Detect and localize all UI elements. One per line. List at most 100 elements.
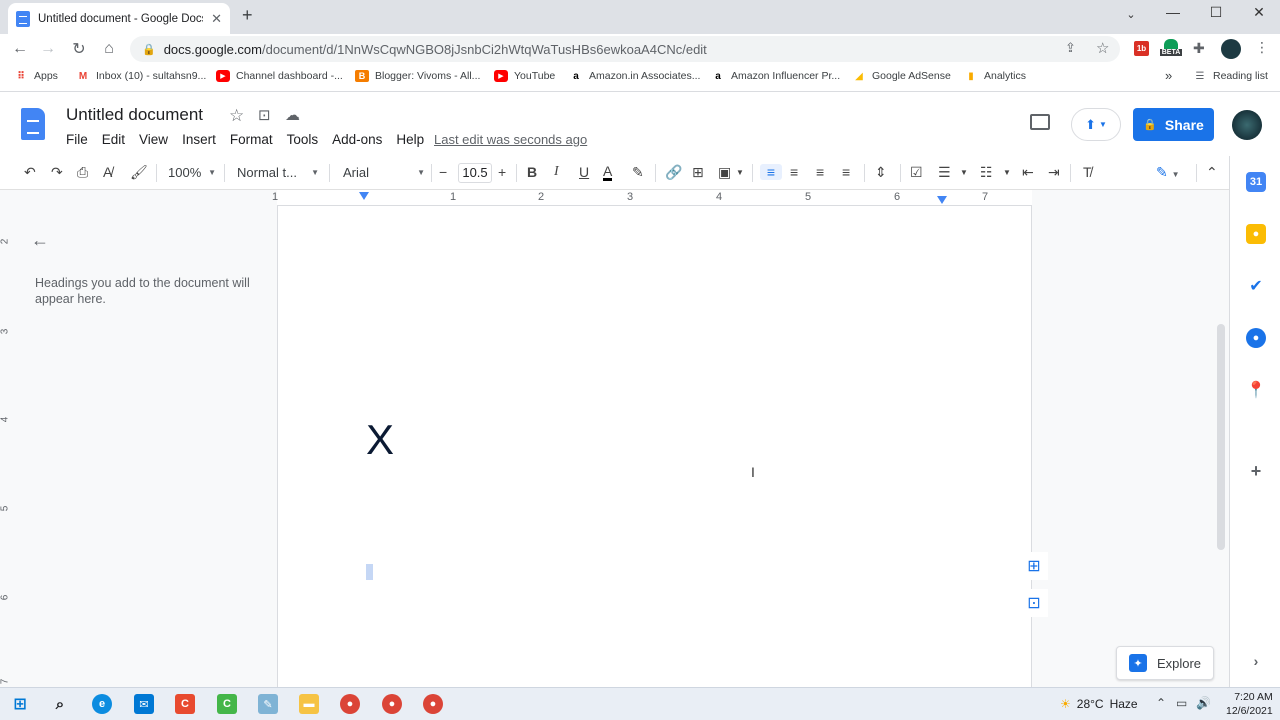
increase-font-size-icon[interactable]: + [498, 164, 506, 180]
line-spacing-icon[interactable]: ⇕ [875, 164, 887, 181]
more-bookmarks-icon[interactable]: » [1165, 68, 1172, 83]
menu-format[interactable]: Format [230, 132, 273, 147]
bookmark-channel-dashboard[interactable]: ▶ Channel dashboard -... [216, 70, 343, 82]
menu-view[interactable]: View [139, 132, 168, 147]
tray-chevron-up-icon[interactable]: ⌃ [1156, 696, 1166, 710]
left-indent-marker-icon[interactable] [359, 192, 369, 200]
bookmark-amazon-influencer[interactable]: a Amazon Influencer Pr... [711, 70, 840, 82]
address-bar[interactable]: 🔒 docs.google.com/document/d/1NnWsCqwNGB… [130, 36, 1120, 62]
insert-image-icon[interactable]: ▣ [718, 164, 731, 181]
align-left-icon[interactable]: ≡ [760, 164, 782, 180]
app-red-icon[interactable]: C [175, 694, 195, 714]
insert-link-icon[interactable]: 🔗 [665, 164, 682, 181]
redo-icon[interactable]: ↷ [51, 164, 63, 181]
move-folder-icon[interactable]: ⊡ [258, 106, 271, 124]
print-icon[interactable]: ⎙ [77, 164, 88, 181]
bookmark-analytics[interactable]: ▮ Analytics [964, 70, 1026, 82]
document-body-text[interactable]: X [366, 416, 394, 464]
expand-panel-chevron-icon[interactable]: › [1246, 651, 1266, 671]
chevron-down-icon[interactable]: ▼ [960, 168, 968, 177]
contacts-icon[interactable]: ● [1246, 328, 1266, 348]
paragraph-style-select[interactable]: Normal t... ▼ [237, 165, 319, 180]
google-docs-logo-icon[interactable] [21, 108, 45, 140]
chrome-menu-icon[interactable]: ⋮ [1255, 39, 1269, 56]
close-window-icon[interactable]: ✕ [1239, 4, 1279, 21]
align-center-icon[interactable]: ≡ [790, 164, 798, 180]
back-icon[interactable]: ← [9, 38, 31, 60]
edge-icon[interactable]: e [92, 694, 112, 714]
suggest-edits-icon[interactable]: ⊡ [1020, 589, 1048, 617]
document-page[interactable]: X I [277, 206, 1032, 687]
checklist-icon[interactable]: ☑ [910, 164, 923, 181]
undo-icon[interactable]: ↶ [24, 164, 36, 181]
zoom-select[interactable]: 100% ▼ [168, 165, 216, 180]
paint-format-icon[interactable]: 🖌 [130, 164, 148, 181]
extension-1b-icon[interactable]: 1b [1134, 41, 1149, 56]
vertical-scrollbar[interactable] [1217, 324, 1225, 550]
bookmark-youtube[interactable]: ▶ YouTube [494, 70, 555, 82]
lock-icon[interactable]: 🔒 [142, 43, 156, 56]
italic-icon[interactable]: I [554, 164, 559, 180]
document-title[interactable]: Untitled document [66, 105, 203, 125]
chrome-profile-icon[interactable]: ● [382, 694, 402, 714]
menu-help[interactable]: Help [396, 132, 424, 147]
numbered-list-icon[interactable]: ☷ [980, 164, 993, 181]
bookmark-apps[interactable]: ⠿ Apps [14, 70, 58, 82]
clear-formatting-icon[interactable]: T̸ [1083, 164, 1092, 180]
star-icon[interactable]: ☆ [229, 106, 244, 126]
weather-widget[interactable]: ☀ 28°C Haze [1060, 697, 1138, 711]
chevron-down-icon[interactable]: ▼ [736, 168, 744, 177]
share-button[interactable]: 🔒 Share [1133, 108, 1214, 141]
keep-icon[interactable]: ● [1246, 224, 1266, 244]
bookmark-star-icon[interactable]: ☆ [1096, 39, 1109, 57]
comment-history-icon[interactable] [1030, 114, 1050, 130]
app-green-icon[interactable]: C [217, 694, 237, 714]
calendar-icon[interactable]: 31 [1246, 172, 1266, 192]
menu-file[interactable]: File [66, 132, 88, 147]
maps-icon[interactable]: 📍 [1246, 380, 1266, 400]
bookmark-adsense[interactable]: ◢ Google AdSense [852, 70, 951, 82]
extensions-puzzle-icon[interactable]: ✚ [1193, 40, 1205, 57]
spellcheck-icon[interactable]: A̸ [103, 164, 112, 180]
profile-avatar[interactable] [1221, 39, 1241, 59]
underline-icon[interactable]: U [579, 164, 589, 180]
windows-start-icon[interactable]: ⊞ [10, 694, 30, 714]
battery-icon[interactable]: ▭ [1176, 696, 1187, 710]
align-justify-icon[interactable]: ≡ [842, 164, 850, 180]
right-indent-marker-icon[interactable] [937, 196, 947, 204]
explore-button[interactable]: ✦ Explore [1116, 646, 1214, 680]
chrome-icon[interactable]: ● [340, 694, 360, 714]
chrome-profile-2-icon[interactable]: ● [423, 694, 443, 714]
home-icon[interactable]: ⌂ [98, 38, 120, 60]
bulleted-list-icon[interactable]: ☰ [938, 164, 951, 181]
app-blue-icon[interactable]: ✎ [258, 694, 278, 714]
bookmark-gmail[interactable]: M Inbox (10) - sultahsn9... [76, 70, 206, 82]
menu-add-ons[interactable]: Add-ons [332, 132, 382, 147]
share-page-icon[interactable]: ⇪ [1065, 40, 1076, 56]
editing-mode-icon[interactable]: ✎ ▼ [1156, 164, 1180, 181]
reading-list[interactable]: ☰ Reading list [1193, 70, 1268, 82]
close-tab-icon[interactable]: ✕ [211, 11, 222, 27]
bold-icon[interactable]: B [527, 164, 537, 180]
present-button[interactable]: ⬆ ▼ [1071, 108, 1121, 141]
tasks-icon[interactable]: ✔ [1246, 276, 1266, 296]
extension-beta-icon[interactable]: BETA [1159, 39, 1183, 59]
hide-menus-chevron-up-icon[interactable]: ⌃ [1206, 164, 1218, 181]
cloud-status-icon[interactable]: ☁ [285, 106, 300, 124]
back-arrow-icon[interactable]: ← [31, 230, 49, 251]
account-avatar[interactable] [1232, 110, 1262, 140]
decrease-font-size-icon[interactable]: − [439, 164, 447, 180]
browser-tab[interactable]: Untitled document - Google Docs ✕ [8, 3, 230, 34]
text-color-icon[interactable]: A [603, 164, 613, 181]
menu-tools[interactable]: Tools [287, 132, 319, 147]
last-edit-status[interactable]: Last edit was seconds ago [434, 132, 587, 147]
volume-icon[interactable]: 🔊 [1196, 696, 1211, 710]
minimize-icon[interactable]: — [1153, 4, 1193, 20]
align-right-icon[interactable]: ≡ [816, 164, 824, 180]
insert-comment-icon[interactable]: ⊞ [692, 164, 704, 181]
tab-search-icon[interactable]: ⌄ [1111, 8, 1151, 21]
search-icon[interactable]: ⌕ [50, 694, 70, 714]
highlight-color-icon[interactable]: ✎ [632, 164, 644, 181]
increase-indent-icon[interactable]: ⇥ [1048, 164, 1060, 181]
menu-edit[interactable]: Edit [102, 132, 125, 147]
